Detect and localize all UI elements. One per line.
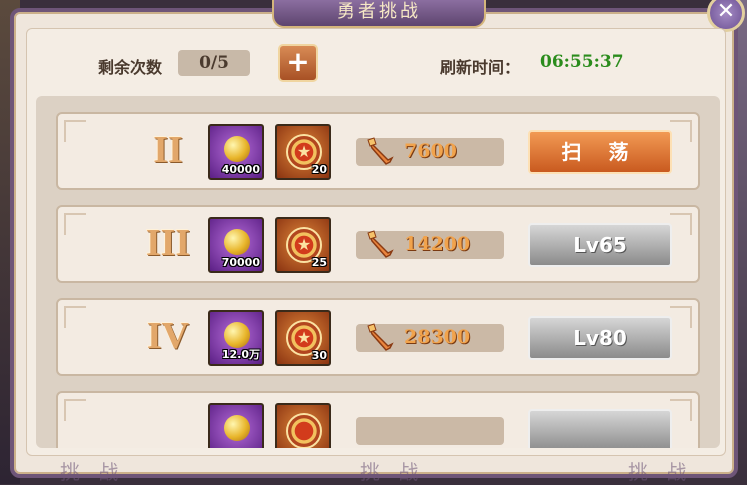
add-attempts-button[interactable]: + <box>278 44 318 82</box>
star-medal-reward[interactable] <box>275 403 331 448</box>
refresh-timer: 06:55:37 <box>540 52 624 72</box>
power-value: 7600 <box>404 140 457 162</box>
footer-decoration: 挑 战 <box>628 460 693 484</box>
gold-orb-icon <box>224 415 250 441</box>
gold-orb-icon <box>224 136 250 162</box>
power-value: 28300 <box>404 326 471 348</box>
challenge-row: IV 12.0万 ★ 30 28300 Lv80 <box>56 298 700 376</box>
gold-orb-reward[interactable]: 12.0万 <box>208 310 264 366</box>
star-medal-reward[interactable]: ★ 20 <box>275 124 331 180</box>
sword-icon <box>367 137 394 165</box>
star-medal-icon <box>286 413 322 448</box>
power-requirement <box>356 417 504 445</box>
reward-quantity: 12.0万 <box>221 348 260 361</box>
star-medal-reward[interactable]: ★ 25 <box>275 217 331 273</box>
star-medal-reward[interactable]: ★ 30 <box>275 310 331 366</box>
tier-numeral: II <box>153 129 183 171</box>
tier-numeral: IV <box>146 315 190 357</box>
remaining-label: 剩余次数 <box>98 58 163 77</box>
power-requirement: 7600 <box>356 137 504 166</box>
reward-quantity: 30 <box>311 349 327 362</box>
challenge-list[interactable]: II 40000 ★ 20 7600 扫 荡 III 70000 ★ 25 14… <box>36 96 720 448</box>
power-requirement: 28300 <box>356 323 504 352</box>
power-value: 14200 <box>404 233 471 255</box>
tier-numeral: III <box>145 222 191 264</box>
gold-orb-icon <box>224 322 250 348</box>
level-locked-button[interactable]: Lv80 <box>528 316 672 360</box>
challenge-row-partial <box>56 391 700 448</box>
footer-decoration: 挑 战 <box>360 460 425 484</box>
gold-orb-icon <box>224 229 250 255</box>
reward-quantity: 20 <box>311 163 327 176</box>
close-icon: ✕ <box>716 0 736 24</box>
power-requirement: 14200 <box>356 230 504 259</box>
sword-icon <box>367 230 394 258</box>
sweep-button[interactable]: 扫 荡 <box>528 130 672 174</box>
plus-icon: + <box>286 45 310 78</box>
footer-decoration: 挑 战 <box>60 460 125 484</box>
gold-orb-reward[interactable]: 40000 <box>208 124 264 180</box>
reward-quantity: 40000 <box>221 163 260 176</box>
challenge-row: III 70000 ★ 25 14200 Lv65 <box>56 205 700 283</box>
reward-quantity: 70000 <box>221 256 260 269</box>
window-title: 勇者挑战 <box>272 0 486 28</box>
gold-orb-reward[interactable] <box>208 403 264 448</box>
remaining-count: 0/5 <box>178 50 250 76</box>
challenge-row: II 40000 ★ 20 7600 扫 荡 <box>56 112 700 190</box>
reward-quantity: 25 <box>311 256 327 269</box>
level-locked-button[interactable] <box>528 409 672 448</box>
gold-orb-reward[interactable]: 70000 <box>208 217 264 273</box>
refresh-label: 刷新时间： <box>440 58 521 77</box>
sword-icon <box>367 323 394 351</box>
level-locked-button[interactable]: Lv65 <box>528 223 672 267</box>
